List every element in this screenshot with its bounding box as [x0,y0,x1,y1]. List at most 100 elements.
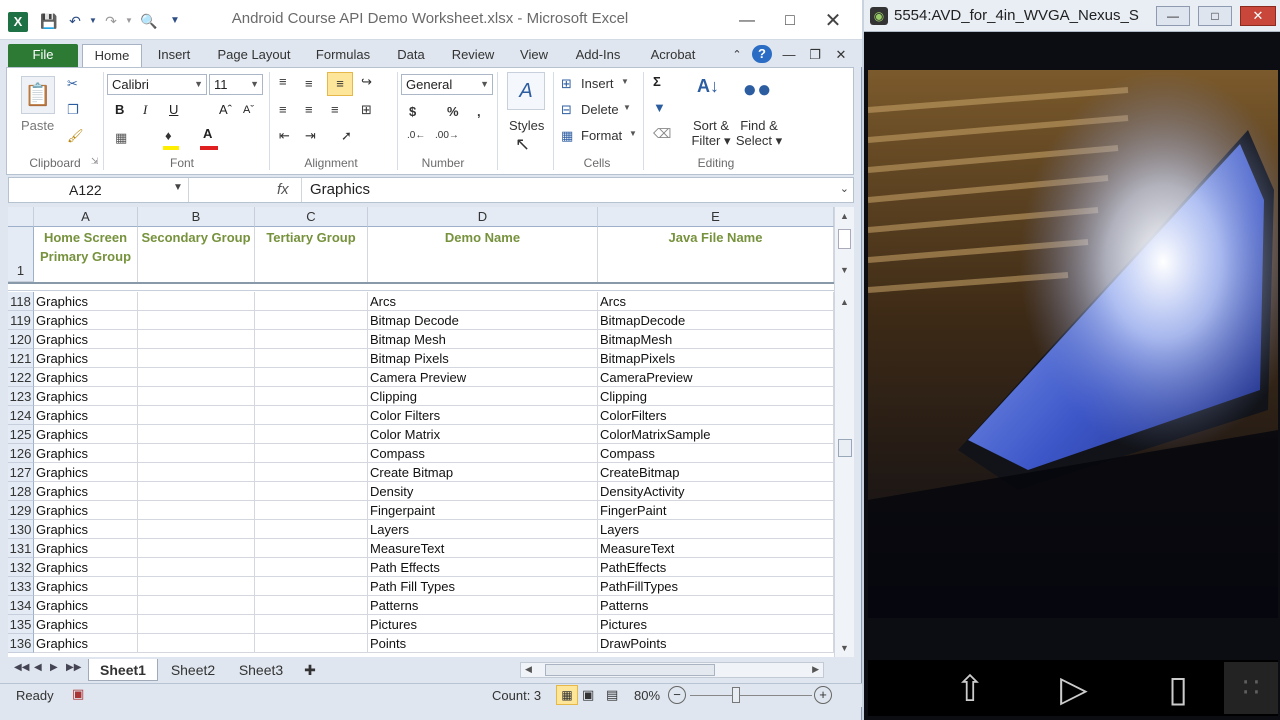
column-header-e[interactable]: E [598,207,834,227]
styles-button[interactable]: Styles [509,118,544,133]
customize-qat-icon[interactable]: ▼ [166,12,184,30]
cell-a[interactable]: Graphics [34,615,138,634]
cell-d[interactable]: Pictures [368,615,598,634]
formula-input[interactable]: Graphics [301,178,831,202]
font-color-icon[interactable]: A [203,126,212,141]
clear-icon[interactable]: ⌫ [653,126,671,142]
align-left-icon[interactable]: ≡ [279,102,287,117]
cell-a[interactable]: Graphics [34,349,138,368]
cell-a[interactable]: Graphics [34,292,138,311]
scroll-down-icon[interactable]: ▼ [840,643,849,653]
cell-b[interactable] [138,482,255,501]
cell-c[interactable] [255,577,368,596]
cell-d[interactable]: Path Fill Types [368,577,598,596]
split-handle[interactable] [838,229,851,249]
row-header[interactable]: 128 [8,482,34,501]
cell-a[interactable]: Graphics [34,425,138,444]
cell-b[interactable] [138,330,255,349]
normal-view-icon[interactable]: ▦ [556,685,578,705]
cell-a[interactable]: Graphics [34,634,138,653]
tab-formulas[interactable]: Formulas [306,44,380,67]
cell-e[interactable]: CameraPreview [598,368,834,387]
align-center-icon[interactable]: ≡ [305,102,313,117]
cell-c[interactable] [255,349,368,368]
orientation-icon[interactable]: ➚ [341,128,352,144]
tab-review[interactable]: Review [444,44,502,67]
row-header[interactable]: 127 [8,463,34,482]
cell-b[interactable] [138,463,255,482]
sheet-tab-sheet2[interactable]: Sheet2 [160,659,226,681]
cell-e[interactable]: MeasureText [598,539,834,558]
row-header[interactable]: 135 [8,615,34,634]
cell-b[interactable] [138,501,255,520]
row-header[interactable]: 132 [8,558,34,577]
cell-e[interactable]: Layers [598,520,834,539]
zoom-in-icon[interactable]: + [814,686,832,704]
row-header[interactable]: 123 [8,387,34,406]
clipboard-launcher-icon[interactable]: ⇲ [91,156,99,167]
cell-c[interactable] [255,615,368,634]
font-name-combo[interactable]: Calibri ▼ [107,74,207,95]
cell-d[interactable]: Patterns [368,596,598,615]
emulator-minimize-icon[interactable]: — [1156,6,1190,26]
expand-formula-icon[interactable]: ⌄ [840,182,849,195]
page-break-view-icon[interactable]: ▤ [606,687,618,703]
workbook-restore-icon[interactable]: ❐ [806,44,824,67]
chevron-down-icon[interactable]: ▼ [623,103,631,112]
currency-icon[interactable]: $ [409,104,416,119]
chevron-down-icon[interactable]: ▼ [629,129,637,138]
cell-c[interactable] [255,311,368,330]
cell-a[interactable]: Graphics [34,463,138,482]
sort-filter-button[interactable]: Sort & Filter ▾ [689,118,733,149]
zoom-level[interactable]: 80% [634,688,660,703]
align-middle-icon[interactable]: ≡ [305,76,313,91]
redo-icon[interactable]: ↷ [102,12,120,30]
cell-c[interactable] [255,330,368,349]
page-layout-view-icon[interactable]: ▣ [582,687,594,703]
select-all-corner[interactable] [8,207,34,227]
print-preview-icon[interactable]: 🔍 [140,12,158,30]
row-header[interactable]: 1 [8,227,34,282]
row-header[interactable]: 129 [8,501,34,520]
cell-e[interactable]: Patterns [598,596,834,615]
cell-a[interactable]: Graphics [34,482,138,501]
sheet-nav-last-icon[interactable]: ▶▶ [66,662,81,673]
header-cell-d[interactable]: Demo Name [368,227,598,282]
wrap-text-icon[interactable]: ↪ [361,74,372,90]
decrease-font-icon[interactable]: Aˇ [243,104,254,116]
emulator-maximize-icon[interactable]: □ [1198,6,1232,26]
header-cell-c[interactable]: Tertiary Group [255,227,368,282]
cell-d[interactable]: Arcs [368,292,598,311]
cell-c[interactable] [255,482,368,501]
help-icon[interactable]: ? [752,45,772,63]
insert-sheet-icon[interactable]: ✚ [298,659,322,681]
cell-c[interactable] [255,463,368,482]
copy-icon[interactable]: ❐ [67,102,79,118]
cell-a[interactable]: Graphics [34,558,138,577]
emulator-close-icon[interactable]: ✕ [1240,6,1276,26]
cell-b[interactable] [138,406,255,425]
insert-cells-button[interactable]: Insert [581,76,614,91]
cell-d[interactable]: Path Effects [368,558,598,577]
cell-d[interactable]: Bitmap Decode [368,311,598,330]
cell-c[interactable] [255,425,368,444]
close-icon[interactable]: ✕ [820,10,846,32]
name-box[interactable]: A122 [9,178,189,202]
minimize-ribbon-icon[interactable]: ⌃ [728,44,746,67]
save-icon[interactable]: 💾 [40,12,58,30]
minimize-icon[interactable]: — [734,10,760,32]
align-bottom-icon[interactable]: ≡ [327,72,353,96]
cell-e[interactable]: PathFillTypes [598,577,834,596]
cell-b[interactable] [138,311,255,330]
row-header[interactable]: 136 [8,634,34,653]
cell-e[interactable]: BitmapPixels [598,349,834,368]
cut-icon[interactable]: ✂ [67,76,78,92]
cell-d[interactable]: Create Bitmap [368,463,598,482]
cell-e[interactable]: FingerPaint [598,501,834,520]
cell-b[interactable] [138,539,255,558]
chevron-down-icon[interactable]: ▼ [621,77,629,86]
autosum-icon[interactable]: Σ [653,74,661,89]
sheet-tab-sheet1[interactable]: Sheet1 [88,659,158,681]
cell-d[interactable]: Density [368,482,598,501]
format-cells-icon[interactable]: ▦ [561,128,573,144]
